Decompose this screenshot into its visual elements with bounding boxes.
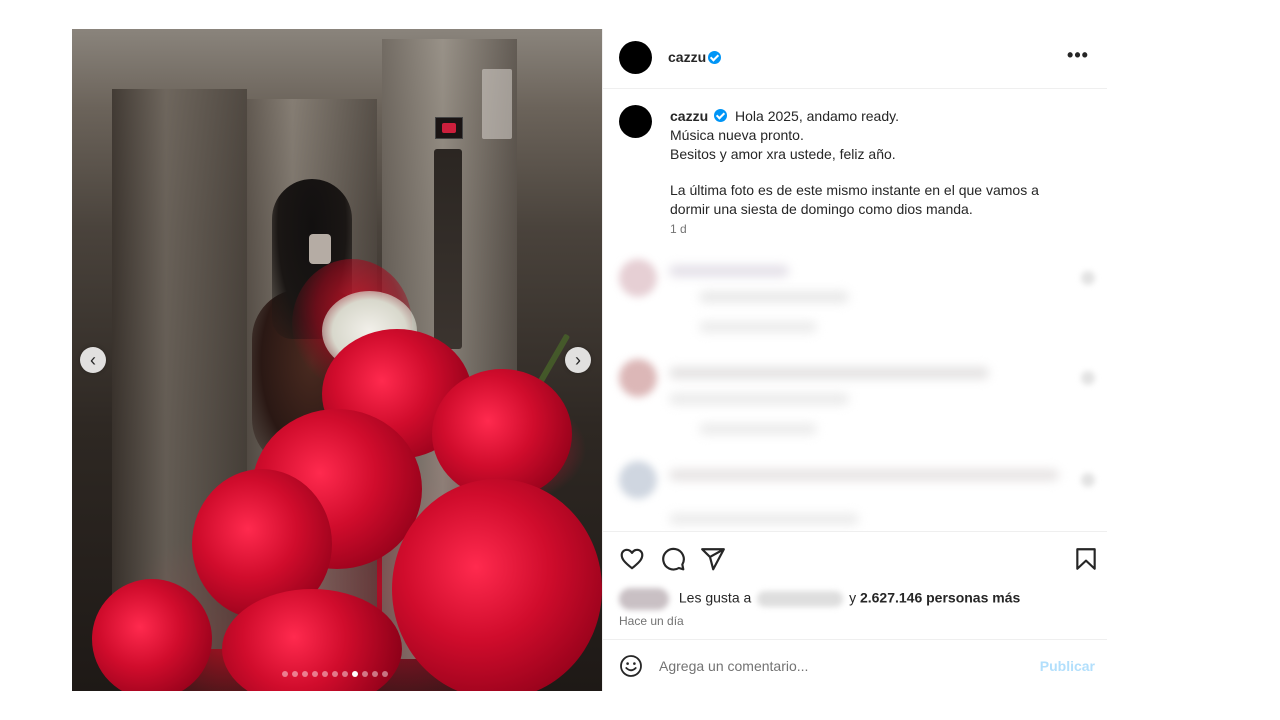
caption-line: Besitos y amor xra ustede, feliz año. [670,146,896,162]
post-header: cazzu ••• [603,29,1107,89]
header-username[interactable]: cazzu [668,49,706,65]
heart-icon[interactable] [619,546,645,572]
carousel-prev-button[interactable]: ‹ [80,347,106,373]
bookmark-icon[interactable] [1073,546,1099,572]
comment-blur [669,265,789,277]
elevator-display [435,117,463,139]
emoji-icon[interactable] [619,654,643,678]
post-side-panel: cazzu ••• cazzu Hola 2025, andamo ready.… [602,29,1107,691]
add-comment-bar: Publicar [603,639,1107,691]
heart-icon[interactable] [1081,473,1095,487]
likes-summary[interactable]: Les gusta a y 2.627.146 personas más [619,588,1020,610]
heart-icon[interactable] [1081,371,1095,385]
caption-username[interactable]: cazzu [670,108,708,124]
post-media-image[interactable] [72,29,602,691]
liker-avatar [619,588,669,610]
carousel-dot [372,671,378,677]
avatar [619,259,657,297]
rose [92,579,212,691]
publish-button[interactable]: Publicar [1040,658,1095,674]
phone [309,234,331,264]
verified-badge-icon [714,109,728,122]
post-actions: Les gusta a y 2.627.146 personas más Hac… [603,531,1107,639]
carousel-dot [362,671,368,677]
carousel-dot [382,671,388,677]
carousel-dot [282,671,288,677]
comment-blur [669,393,849,405]
elevator-notice [482,69,512,139]
caption-text: cazzu Hola 2025, andamo ready. Música nu… [670,107,1070,219]
carousel-dot [332,671,338,677]
comment-icon[interactable] [660,546,686,572]
carousel-dot [292,671,298,677]
likes-prefix: Les gusta a [678,589,752,606]
carousel-dot [312,671,318,677]
post-time-ago: Hace un día [619,614,684,628]
carousel-dot-active [352,671,358,677]
avatar [619,461,657,499]
caption-line: Hola 2025, andamo ready. [735,108,899,124]
verified-badge-icon [708,51,721,64]
comment-blur [699,321,817,333]
chevron-left-icon: ‹ [90,350,96,370]
caption-line: dormir una siesta de domingo como dios m… [670,201,973,217]
comments-list [603,251,1107,531]
heart-icon[interactable] [1081,271,1095,285]
avatar [619,359,657,397]
caption-line-blank [670,164,1070,181]
carousel-dot [302,671,308,677]
likes-count[interactable]: 2.627.146 personas más [860,590,1020,606]
comment-blur [699,291,849,303]
comment-blur [669,513,859,525]
carousel-indicator [282,671,388,677]
liker-name-blur [757,591,844,607]
elevator-button-panel [434,149,462,349]
comment-blur [669,469,1059,481]
caption-line: Música nueva pronto. [670,127,804,143]
caption-avatar[interactable] [619,105,652,138]
rose [392,479,602,691]
chevron-right-icon: › [575,350,581,370]
likes-connector: y [849,589,857,606]
comment-blur [669,367,989,379]
carousel-dot [322,671,328,677]
caption-time: 1 d [670,222,687,236]
caption-line: La última foto es de este mismo instante… [670,182,1039,198]
share-icon[interactable] [700,546,726,572]
comment-blur [699,423,817,435]
more-icon[interactable]: ••• [1065,45,1091,69]
avatar[interactable] [619,41,652,74]
carousel-next-button[interactable]: › [565,347,591,373]
comment-input[interactable] [659,654,1019,678]
carousel-dot [342,671,348,677]
